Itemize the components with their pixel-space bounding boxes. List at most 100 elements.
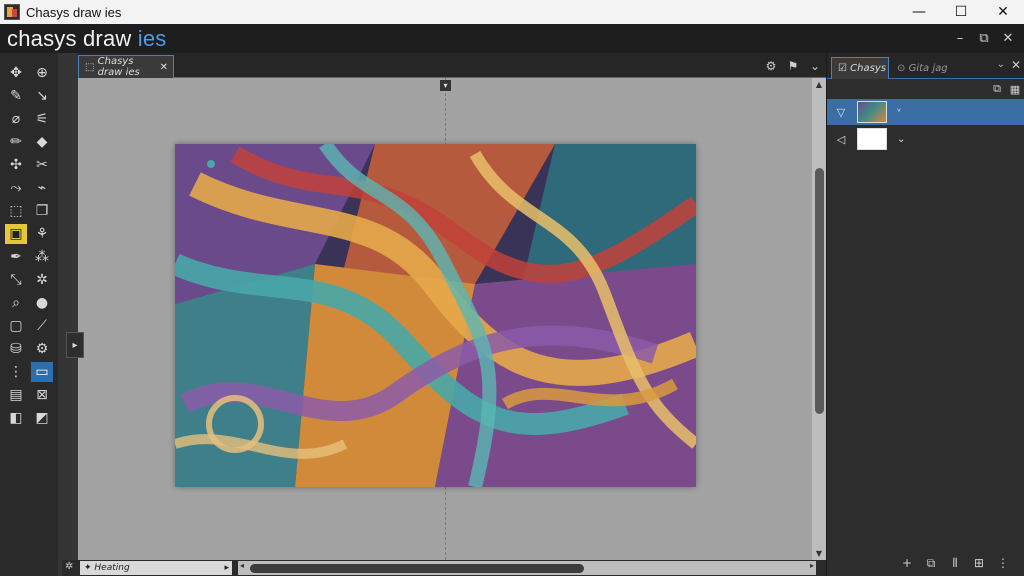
tool-icon[interactable]: ● — [31, 293, 53, 313]
tool-icon[interactable]: ⚙ — [31, 339, 53, 359]
tool-icon[interactable]: ◧ — [5, 408, 27, 428]
guide-marker-icon[interactable]: ▾ — [440, 80, 451, 91]
tool-icon[interactable]: ⬚ — [5, 201, 27, 221]
tool-icon[interactable]: ✒ — [5, 247, 27, 267]
tool-icon[interactable]: ⟋ — [31, 316, 53, 336]
brand-name: chasys draw — [7, 25, 138, 51]
close-button[interactable]: ✕ — [982, 0, 1024, 24]
merge-layers-icon[interactable]: ⫴ — [943, 556, 967, 576]
toolbox: ✥ ⊕ ✎ ↘ ⌀ ⚟ ✏ ◆ ✣ ✂ ⤳ ⌁ ⬚ ❐ ▣ ⚘ ✒ ⁂ ⤡ ✲ ⌕ ● ▢ ⟋ ⛁ ⚙ ⋮ ▭ ▤ ⊠ ◧ ◩ — [0, 53, 62, 576]
layer-thumbnail — [857, 101, 887, 123]
zoom-selector[interactable]: ✦ Heating ▸ — [80, 561, 232, 575]
layer-grid-icon[interactable]: ▦ — [1006, 79, 1024, 99]
document-tab-label: Chasys draw ies — [97, 56, 140, 78]
tool-icon[interactable]: ⌀ — [5, 109, 27, 129]
tool-icon[interactable]: ▣ — [5, 224, 27, 244]
tool-icon[interactable]: ⚟ — [31, 109, 53, 129]
settings-icon[interactable]: ⚙ — [760, 59, 782, 73]
document-window-controls: – ⧉ ✕ — [948, 24, 1020, 53]
tool-icon[interactable]: ⊕ — [31, 63, 53, 83]
zoom-icon: ✦ — [84, 563, 95, 573]
canvas-workspace[interactable]: ▾ — [78, 78, 812, 560]
tab-info[interactable]: ⊙ Gita jag — [891, 57, 995, 79]
status-bar: ✲ ✦ Heating ▸ ◂ ▸ — [62, 560, 826, 576]
more-options-icon[interactable]: ⋮ — [991, 556, 1015, 576]
layers-tab-icon: ☑ — [838, 63, 851, 74]
tool-icon[interactable]: ▤ — [5, 385, 27, 405]
layer-row-painting[interactable]: ▽ ᵛ — [827, 99, 1024, 125]
tool-icon[interactable]: ⛁ — [5, 339, 27, 359]
scroll-up-icon[interactable]: ▲ — [812, 80, 826, 89]
tool-icon[interactable]: ⤳ — [5, 178, 27, 198]
layers-bottom-toolbar: + ⧉ ⫴ ⊞ ⋮ — [827, 556, 1024, 576]
tool-icon[interactable]: ✂ — [31, 155, 53, 175]
tool-icon[interactable]: ◆ — [31, 132, 53, 152]
duplicate-layer-icon[interactable]: ⧉ — [988, 79, 1006, 99]
panel-menu-icon[interactable]: ⌄ — [997, 59, 1005, 70]
window-title: Chasys draw ies — [26, 4, 122, 20]
tool-icon[interactable]: ✎ — [5, 86, 27, 106]
zoom-label: Heating — [94, 563, 130, 573]
app-icon — [4, 4, 20, 20]
tool-icon[interactable]: ⌕ — [5, 293, 27, 313]
image-canvas[interactable] — [175, 144, 696, 487]
tool-icon[interactable]: ❐ — [31, 201, 53, 221]
layer-properties-icon[interactable]: ⊞ — [967, 556, 991, 576]
document-tab-icon: ⬚ — [85, 61, 98, 73]
layers-toolbar: ⧉ ▦ — [988, 79, 1024, 99]
tool-icon[interactable]: ✥ — [5, 63, 27, 83]
brand-logo: chasys draw ies — [7, 26, 167, 52]
vertical-scroll-thumb[interactable] — [815, 168, 824, 414]
visibility-icon[interactable]: ◁ — [827, 133, 855, 146]
tool-icon[interactable]: ⁂ — [31, 247, 53, 267]
tool-icon[interactable]: ▭ — [31, 362, 53, 382]
minimize-button[interactable]: — — [898, 0, 940, 24]
tool-icon[interactable]: ⤡ — [5, 270, 27, 290]
tool-icon[interactable]: ▢ — [5, 316, 27, 336]
horizontal-scrollbar[interactable]: ◂ ▸ — [238, 561, 816, 575]
scroll-left-icon[interactable]: ◂ — [240, 561, 244, 570]
tool-icon[interactable]: ↘ — [31, 86, 53, 106]
close-tab-icon[interactable]: ✕ — [160, 62, 168, 73]
panel-tab-bar: ☑ Chasys ⊙ Gita jag ⌄ ✕ — [827, 53, 1024, 79]
doc-minimize-button[interactable]: – — [948, 24, 972, 53]
tool-icon[interactable]: ✣ — [5, 155, 27, 175]
info-tab-icon: ⊙ — [897, 62, 909, 74]
pin-icon[interactable]: ⚑ — [782, 59, 804, 73]
document-tab[interactable]: ⬚ Chasys draw ies ✕ — [78, 55, 174, 78]
tool-icon[interactable]: ⊠ — [31, 385, 53, 405]
window-controls: — ☐ ✕ — [898, 0, 1024, 24]
info-tab-label: Gita jag — [908, 62, 948, 74]
doc-restore-button[interactable]: ⧉ — [972, 24, 996, 53]
chevron-down-icon[interactable]: ⌄ — [897, 134, 905, 145]
zoom-arrow-icon[interactable]: ▸ — [224, 563, 229, 573]
status-icon: ✲ — [65, 561, 74, 572]
abstract-painting — [175, 144, 696, 487]
toolbox-divider — [58, 53, 78, 576]
copy-layer-icon[interactable]: ⧉ — [919, 556, 943, 576]
visibility-icon[interactable]: ▽ — [827, 106, 855, 119]
tab-layers[interactable]: ☑ Chasys — [831, 57, 889, 79]
tool-icon[interactable]: ✲ — [31, 270, 53, 290]
layer-row-background[interactable]: ◁ ⌄ — [827, 126, 1024, 152]
scroll-down-icon[interactable]: ▼ — [812, 549, 826, 558]
panel-collapse-handle[interactable]: ▸ — [66, 332, 84, 358]
add-layer-icon[interactable]: + — [895, 556, 919, 576]
vertical-scrollbar[interactable]: ▲ ▼ — [812, 78, 826, 560]
tool-icon[interactable]: ⋮ — [5, 362, 27, 382]
layers-panel: ☑ Chasys ⊙ Gita jag ⌄ ✕ ⧉ ▦ ▽ ᵛ ◁ ⌄ + ⧉ … — [826, 53, 1024, 576]
chevron-down-icon[interactable]: ⌄ — [804, 59, 826, 73]
tool-icon[interactable]: ⌁ — [31, 178, 53, 198]
tool-icon[interactable]: ◩ — [31, 408, 53, 428]
layer-thumbnail — [857, 128, 887, 150]
scroll-right-icon[interactable]: ▸ — [810, 561, 814, 570]
horizontal-scroll-thumb[interactable] — [250, 564, 584, 573]
layer-options-icon[interactable]: ᵛ — [897, 107, 901, 118]
document-tab-bar: ⬚ Chasys draw ies ✕ ⚙ ⚑ ⌄ — [78, 53, 826, 78]
panel-close-icon[interactable]: ✕ — [1011, 58, 1021, 72]
tool-icon[interactable]: ⚘ — [31, 224, 53, 244]
brand-bar: chasys draw ies – ⧉ ✕ — [0, 24, 1024, 53]
maximize-button[interactable]: ☐ — [940, 0, 982, 24]
tool-icon[interactable]: ✏ — [5, 132, 27, 152]
doc-close-button[interactable]: ✕ — [996, 24, 1020, 53]
